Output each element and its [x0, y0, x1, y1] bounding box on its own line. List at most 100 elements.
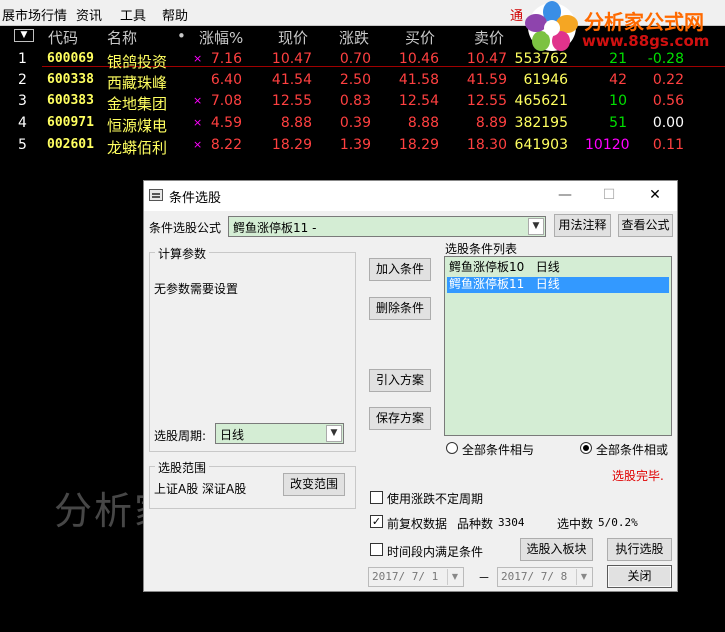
- speed: 0.22: [652, 72, 684, 88]
- stock-name: 龙蟒佰利: [107, 139, 168, 157]
- bid: 18.29: [398, 137, 439, 153]
- volume: 61946: [523, 72, 568, 88]
- speed: 0.11: [652, 137, 684, 153]
- table-row[interactable]: 3 600383 金地集团 × 7.08 12.55 0.83 12.54 12…: [0, 91, 725, 113]
- radio-and-label[interactable]: 全部条件相与: [462, 441, 534, 458]
- col-bid[interactable]: 买价: [405, 27, 435, 48]
- menu-news[interactable]: 资讯: [76, 5, 102, 24]
- col-ask[interactable]: 卖价: [474, 27, 504, 48]
- speed: 0.00: [652, 115, 684, 131]
- ask: 12.55: [466, 93, 507, 109]
- usage-notes-button[interactable]: 用法注释: [554, 214, 611, 237]
- close-button[interactable]: 关闭: [607, 565, 672, 588]
- col-change-pct[interactable]: 涨幅%: [199, 27, 243, 48]
- range-text: 上证A股 深证A股: [154, 482, 247, 496]
- radio-and[interactable]: [446, 442, 458, 454]
- close-icon[interactable]: ✕: [632, 183, 678, 209]
- restore-data-checkbox[interactable]: ✓: [370, 515, 383, 528]
- unfixed-period-checkbox[interactable]: [370, 491, 383, 504]
- change-range-button[interactable]: 改变范围: [283, 473, 345, 496]
- ask: 18.30: [466, 137, 507, 153]
- ask: 8.89: [475, 115, 507, 131]
- change: 2.50: [339, 72, 371, 88]
- count-value: 3304: [498, 516, 525, 529]
- date-from-picker[interactable]: 2017/ 7/ 1 ▼: [368, 567, 464, 587]
- volume: 382195: [514, 115, 568, 131]
- menu-notice[interactable]: 通: [510, 5, 523, 24]
- minimize-icon[interactable]: —: [542, 183, 588, 209]
- change-pct: 4.59: [210, 115, 242, 131]
- change: 0.83: [339, 93, 371, 109]
- row-index: 2: [18, 72, 27, 88]
- row-index: 1: [18, 51, 27, 67]
- bid: 8.88: [407, 115, 439, 131]
- sort-dropdown-icon[interactable]: ▼: [14, 29, 34, 42]
- date-separator: －: [478, 571, 491, 585]
- chevron-down-icon[interactable]: ▼: [576, 569, 591, 585]
- save-plan-button[interactable]: 保存方案: [369, 407, 431, 430]
- col-name[interactable]: 名称: [107, 27, 137, 48]
- time-range-label[interactable]: 时间段内满足条件: [387, 543, 483, 560]
- menu-tools[interactable]: 工具: [120, 5, 146, 24]
- restore-data-label[interactable]: 前复权数据: [387, 515, 447, 532]
- run-screen-button[interactable]: 执行选股: [607, 538, 672, 561]
- period-select[interactable]: 日线 ▼: [215, 423, 344, 444]
- speed: 0.56: [652, 93, 684, 109]
- list-item[interactable]: 鳄鱼涨停板10 日线: [447, 260, 669, 276]
- menu-market[interactable]: 展市场行情: [2, 5, 67, 24]
- ask: 10.47: [466, 51, 507, 67]
- add-condition-button[interactable]: 加入条件: [369, 258, 431, 281]
- row-index: 3: [18, 93, 27, 109]
- condition-period: 日线: [535, 277, 560, 291]
- menu-help[interactable]: 帮助: [162, 5, 188, 24]
- stock-code: 600338: [47, 72, 94, 87]
- import-plan-button[interactable]: 引入方案: [369, 369, 431, 392]
- selected-value: 5/0.2%: [598, 516, 638, 529]
- volume: 641903: [514, 137, 568, 153]
- logo-text: 分析家公式网: [584, 10, 704, 34]
- status-text: 选股完毕.: [612, 469, 664, 483]
- stock-screener-dialog: 条件选股 — ☐ ✕ 条件选股公式 鳄鱼涨停板11 - ▼ 用法注释 查看公式 …: [143, 180, 678, 592]
- condition-list[interactable]: 鳄鱼涨停板10 日线 鳄鱼涨停板11 日线: [444, 256, 672, 436]
- dialog-titlebar[interactable]: 条件选股 — ☐ ✕: [144, 181, 677, 211]
- view-formula-button[interactable]: 查看公式: [618, 214, 673, 237]
- params-text: 无参数需要设置: [154, 282, 239, 296]
- table-row[interactable]: 2 600338 西藏珠峰 6.40 41.54 2.50 41.58 41.5…: [0, 70, 725, 92]
- unfixed-period-label[interactable]: 使用涨跌不定周期: [387, 490, 483, 507]
- stock-name: 银鸽投资: [107, 53, 168, 71]
- table-row[interactable]: 4 600971 恒源煤电 × 4.59 8.88 0.39 8.88 8.89…: [0, 113, 725, 135]
- chevron-down-icon[interactable]: ▼: [326, 425, 342, 442]
- window-app-icon: [149, 189, 163, 201]
- condition-name: 鳄鱼涨停板10: [449, 260, 525, 274]
- radio-or-label[interactable]: 全部条件相或: [596, 441, 668, 458]
- change: 0.70: [339, 51, 371, 67]
- bid: 10.46: [398, 51, 439, 67]
- condition-period: 日线: [535, 260, 560, 274]
- col-code[interactable]: 代码: [48, 27, 78, 48]
- list-item-selected[interactable]: 鳄鱼涨停板11 日线: [447, 277, 669, 293]
- params-group-title: 计算参数: [155, 245, 210, 262]
- site-logo: 分析家公式网 www.88gs.com: [524, 0, 725, 54]
- to-block-button[interactable]: 选股入板块: [520, 538, 593, 561]
- stock-code: 002601: [47, 137, 94, 152]
- flower-logo-icon: [525, 1, 578, 51]
- change-pct: 7.08: [210, 93, 242, 109]
- bid: 12.54: [398, 93, 439, 109]
- col-price[interactable]: 现价: [278, 27, 308, 48]
- date-to-picker[interactable]: 2017/ 7/ 8 ▼: [497, 567, 593, 587]
- chevron-down-icon[interactable]: ▼: [447, 569, 462, 585]
- table-row[interactable]: 5 002601 龙蟒佰利 × 8.22 18.29 1.39 18.29 18…: [0, 135, 725, 157]
- col-mark: •: [177, 27, 186, 45]
- selected-label: 选中数: [557, 517, 594, 531]
- formula-select[interactable]: 鳄鱼涨停板11 - ▼: [228, 216, 546, 237]
- chevron-down-icon[interactable]: ▼: [528, 218, 544, 235]
- price: 18.29: [271, 137, 312, 153]
- stock-code: 600971: [47, 115, 94, 130]
- maximize-icon[interactable]: ☐: [586, 183, 632, 209]
- radio-or[interactable]: [580, 442, 592, 454]
- col-change[interactable]: 涨跌: [339, 27, 369, 48]
- period-label: 选股周期:: [154, 429, 207, 443]
- dialog-title: 条件选股: [169, 191, 222, 206]
- time-range-checkbox[interactable]: [370, 543, 383, 556]
- delete-condition-button[interactable]: 删除条件: [369, 297, 431, 320]
